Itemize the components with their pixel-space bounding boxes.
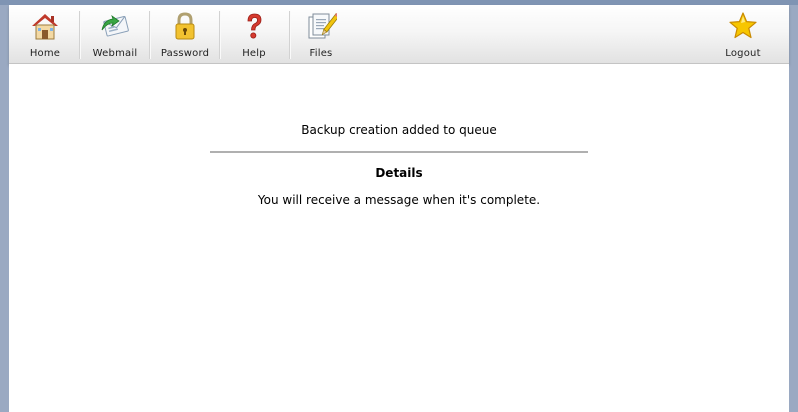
toolbar-separator	[149, 11, 151, 59]
lock-icon	[175, 12, 195, 40]
star-icon	[729, 12, 757, 39]
right-border	[789, 5, 798, 412]
status-message: Backup creation added to queue	[301, 123, 497, 137]
password-button[interactable]: Password	[157, 5, 213, 63]
files-button[interactable]: Files	[295, 5, 347, 63]
left-border	[0, 5, 9, 412]
toolbar-separator	[219, 11, 221, 59]
main-content: Backup creation added to queue Details Y…	[9, 64, 789, 412]
webmail-label: Webmail	[92, 48, 138, 59]
toolbar: Home Webmail Password Help Files Logout	[9, 5, 789, 64]
question-icon	[247, 13, 262, 39]
home-label: Home	[29, 48, 61, 59]
toolbar-separator	[79, 11, 81, 59]
details-heading: Details	[375, 166, 423, 180]
details-text: You will receive a message when it's com…	[257, 193, 541, 207]
files-label: Files	[309, 48, 333, 59]
app-window: Home Webmail Password Help Files Logout …	[0, 0, 798, 412]
home-button[interactable]: Home	[19, 5, 71, 63]
webmail-button[interactable]: Webmail	[87, 5, 143, 63]
files-icon	[308, 12, 337, 39]
webmail-icon	[101, 14, 129, 37]
toolbar-separator	[289, 11, 291, 59]
divider	[210, 151, 588, 153]
home-icon	[32, 14, 58, 40]
help-button[interactable]: Help	[227, 5, 281, 63]
password-label: Password	[160, 48, 210, 59]
logout-button[interactable]: Logout	[717, 5, 769, 63]
help-label: Help	[242, 48, 266, 59]
logout-label: Logout	[725, 48, 761, 59]
